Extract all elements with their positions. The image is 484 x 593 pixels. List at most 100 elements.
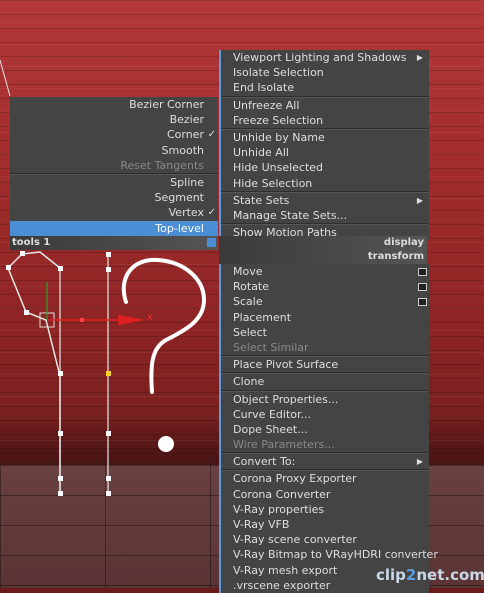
quad-header-transform: transform (219, 250, 427, 264)
settings-box-icon[interactable] (418, 298, 427, 307)
menu-item-label: Spline (170, 175, 204, 189)
menu-item-viewport-lighting[interactable]: Viewport Lighting and Shadows ▶ (221, 50, 429, 65)
menu-item-vray-properties[interactable]: V-Ray properties (221, 502, 429, 517)
menu-item-convert-to[interactable]: Convert To: ▶ (221, 454, 429, 469)
menu-item-label: Hide Selection (233, 176, 313, 190)
menu-item-placement[interactable]: Placement (221, 310, 429, 325)
gizmo-x-arrow (118, 315, 145, 325)
menu-item-label: Convert To: (233, 455, 296, 469)
menu-item-label: Reset Tangents (120, 158, 204, 172)
menu-item-isolate-selection[interactable]: Isolate Selection (221, 65, 429, 80)
menu-item-corona-proxy-exporter[interactable]: Corona Proxy Exporter (221, 471, 429, 486)
menu-item-label: Unhide by Name (233, 130, 325, 144)
menu-item-label: Segment (154, 191, 205, 205)
menu-item-vray-scene-converter[interactable]: V-Ray scene converter (221, 532, 429, 547)
menu-item-curve-editor[interactable]: Curve Editor... (221, 407, 429, 422)
vertex-handle (58, 266, 63, 271)
menu-item-end-isolate[interactable]: End Isolate (221, 80, 429, 95)
menu-item-label: Corona Proxy Exporter (233, 472, 357, 486)
menu-item-hide-selection[interactable]: Hide Selection (221, 176, 429, 191)
spline-shape (7, 253, 61, 495)
menu-item-place-pivot-surface[interactable]: Place Pivot Surface (221, 357, 429, 372)
quad-corner-marker (207, 238, 216, 247)
menu-item-object-properties[interactable]: Object Properties... (221, 392, 429, 407)
menu-item-label: Select Similar (233, 340, 309, 354)
menu-item-label: V-Ray mesh export (233, 563, 338, 577)
menu-item-corner[interactable]: Corner ✓ (10, 127, 218, 142)
menu-item-segment[interactable]: Segment (10, 190, 218, 205)
menu-item-label: Corner (166, 128, 204, 142)
gizmo-x-handle (80, 318, 84, 322)
menu-item-label: Viewport Lighting and Shadows (233, 51, 407, 64)
menu-item-label: Corona Converter (233, 487, 331, 501)
menu-item-label: Dope Sheet... (233, 422, 308, 436)
menu-item-select[interactable]: Select (221, 325, 429, 340)
menu-item-label: Place Pivot Surface (233, 358, 339, 372)
submenu-arrow-icon: ▶ (416, 457, 423, 467)
menu-item-label: V-Ray VFB (233, 518, 290, 531)
vertex-handle (20, 251, 25, 256)
menu-item-label: Wire Parameters... (233, 438, 335, 452)
menu-item-label: Curve Editor... (233, 407, 311, 421)
menu-item-vray-vfb[interactable]: V-Ray VFB (221, 517, 429, 532)
menu-item-freeze-selection[interactable]: Freeze Selection (221, 113, 429, 128)
menu-item-label: Unhide All (233, 146, 289, 160)
menu-item-move[interactable]: Move (221, 264, 429, 279)
menu-item-dope-sheet[interactable]: Dope Sheet... (221, 422, 429, 437)
submenu-arrow-icon: ▶ (416, 53, 423, 62)
menu-item-unhide-by-name[interactable]: Unhide by Name (221, 130, 429, 145)
watermark-part: 2 (405, 566, 417, 584)
menu-item-vertex[interactable]: Vertex ✓ (10, 205, 218, 220)
menu-item-clone[interactable]: Clone (221, 374, 429, 389)
menu-item-label: Manage State Sets... (233, 208, 348, 222)
menu-item-bezier-corner[interactable]: Bezier Corner (10, 97, 218, 112)
vertex-handle (58, 431, 63, 436)
quad-menu-tools: Bezier Corner Bezier Corner ✓ Smooth Rese… (10, 97, 218, 236)
question-mark-drawing (121, 257, 207, 394)
menu-item-wire-parameters: Wire Parameters... (221, 437, 429, 452)
menu-item-state-sets[interactable]: State Sets ▶ (221, 193, 429, 208)
menu-item-label: State Sets (233, 193, 290, 207)
menu-item-label: End Isolate (233, 81, 294, 95)
axis-x-label: x (147, 312, 153, 323)
menu-item-smooth[interactable]: Smooth (10, 143, 218, 158)
menu-item-unhide-all[interactable]: Unhide All (221, 145, 429, 160)
menu-item-rotate[interactable]: Rotate (221, 279, 429, 294)
settings-box-icon[interactable] (418, 283, 427, 292)
menu-item-unfreeze-all[interactable]: Unfreeze All (221, 98, 429, 113)
menu-item-vray-bitmap-converter[interactable]: V-Ray Bitmap to VRayHDRI converter (221, 547, 438, 562)
watermark-logo: clip2net.com (376, 566, 484, 584)
quad-menu-display: Viewport Lighting and Shadows ▶ Isolate S… (219, 50, 429, 241)
menu-item-label: Object Properties... (233, 392, 339, 406)
menu-item-label: Bezier (169, 113, 204, 127)
menu-item-label: Freeze Selection (233, 113, 324, 127)
menu-item-hide-unselected[interactable]: Hide Unselected (221, 160, 429, 175)
vertex-handle (106, 431, 111, 436)
spline-vertices (6, 251, 111, 496)
watermark-part: clip (376, 566, 406, 584)
submenu-arrow-icon: ▶ (416, 195, 423, 205)
vertex-handle (58, 476, 63, 481)
menu-item-label: Vertex (168, 206, 204, 220)
menu-item-manage-state-sets[interactable]: Manage State Sets... (221, 208, 429, 223)
menu-item-reset-tangents: Reset Tangents (10, 158, 218, 173)
menu-item-label: Scale (233, 295, 263, 309)
menu-item-scale[interactable]: Scale (221, 294, 429, 309)
quad-header-tools: tools 1 (10, 236, 218, 250)
vertex-handle (106, 491, 111, 496)
menu-item-label: Smooth (161, 143, 204, 157)
settings-box-icon[interactable] (418, 268, 427, 276)
question-mark-dot (158, 436, 174, 452)
menu-item-label: Placement (233, 310, 292, 324)
menu-item-top-level[interactable]: Top-level (10, 220, 218, 236)
vertex-handle-selected (106, 371, 111, 376)
vertex-handle (106, 252, 111, 257)
menu-item-label: Move (233, 265, 263, 278)
menu-item-bezier[interactable]: Bezier (10, 112, 218, 127)
menu-item-label: Hide Unselected (233, 161, 324, 175)
vertex-handle (6, 265, 11, 270)
vertex-handle (106, 267, 111, 272)
menu-item-label: Top-level (155, 221, 204, 235)
menu-item-corona-converter[interactable]: Corona Converter (221, 487, 429, 502)
menu-item-spline[interactable]: Spline (10, 175, 218, 190)
